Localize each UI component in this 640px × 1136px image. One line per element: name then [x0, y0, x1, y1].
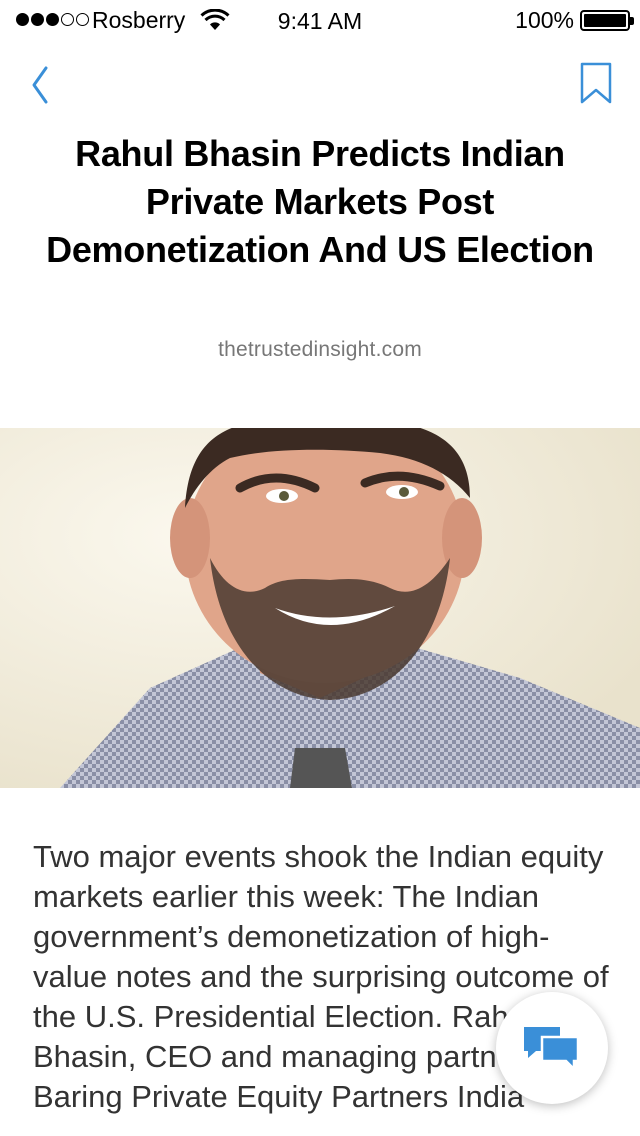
chat-bubbles-icon [524, 1027, 580, 1071]
chevron-left-icon [32, 66, 48, 104]
chat-button[interactable] [496, 992, 608, 1104]
status-bar: Rosberry 9:41 AM 100% [0, 0, 640, 40]
battery-icon [580, 10, 634, 31]
back-button[interactable] [24, 60, 64, 110]
bookmark-button[interactable] [576, 60, 616, 110]
article-hero-image [0, 428, 640, 788]
battery-percentage: 100% [515, 7, 574, 33]
article-title: Rahul Bhasin Predicts Indian Private Mar… [46, 133, 594, 270]
bookmark-icon [580, 62, 612, 104]
article-source[interactable]: thetrustedinsight.com [0, 338, 640, 362]
